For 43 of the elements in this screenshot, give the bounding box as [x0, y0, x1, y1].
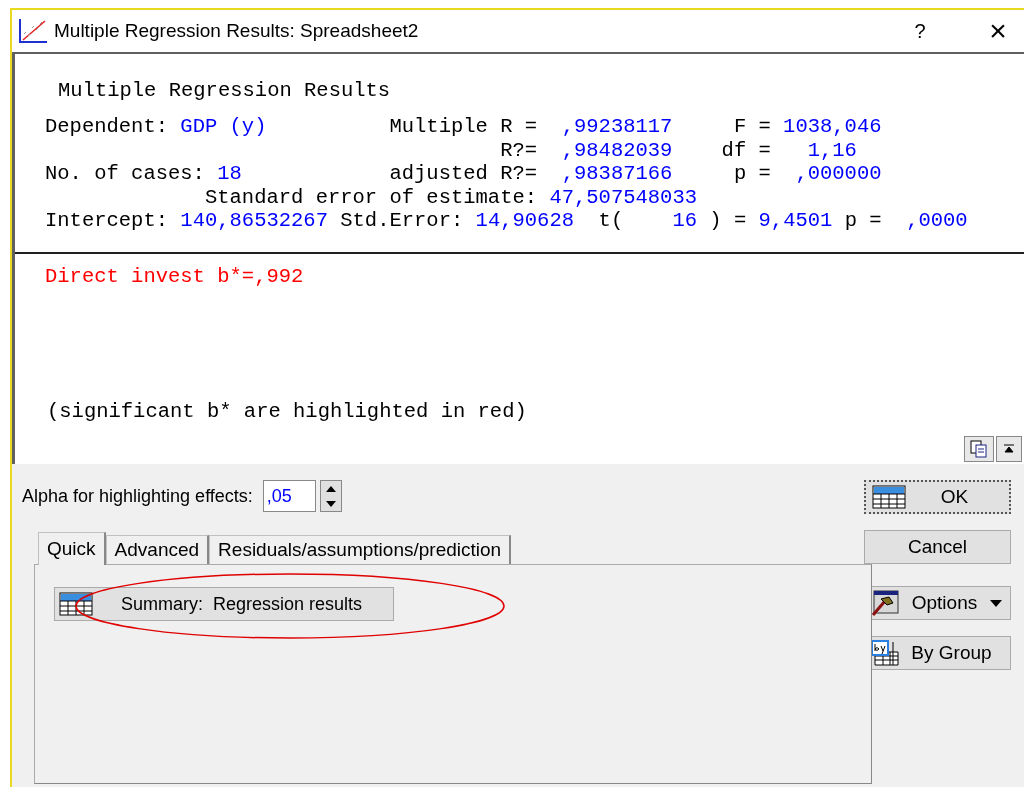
- result-value: GDP (y): [180, 114, 267, 141]
- copy-button[interactable]: [964, 436, 994, 462]
- result-value: ,000000: [795, 161, 882, 188]
- window-title: Multiple Regression Results: Spreadsheet2: [54, 18, 419, 43]
- copy-icon: [970, 440, 988, 458]
- help-button[interactable]: ?: [900, 16, 940, 46]
- tab[interactable]: Advanced: [105, 535, 210, 564]
- result-value: 16: [672, 208, 697, 235]
- collapse-button[interactable]: [996, 436, 1022, 462]
- result-value: 14,90628: [475, 208, 574, 235]
- results-heading: Multiple Regression Results: [58, 78, 392, 104]
- close-button[interactable]: ×: [978, 16, 1018, 46]
- result-label: Intercept:: [45, 208, 169, 235]
- summary-button[interactable]: Summary: Regression results: [54, 587, 394, 621]
- result-value: 140,86532267: [180, 208, 328, 235]
- table-icon: [59, 592, 93, 616]
- note-text: (significant b* are highlighted in red): [47, 399, 527, 426]
- result-value: ,0000: [906, 208, 968, 235]
- result-label: Dependent:: [45, 114, 169, 141]
- tab[interactable]: Residuals/assumptions/prediction: [209, 535, 512, 564]
- effect-line: Direct invest b*=,992: [45, 264, 304, 290]
- result-label: Std.Error:: [340, 208, 464, 235]
- tab[interactable]: Quick: [38, 532, 106, 565]
- alpha-label: Alpha for highlighting effects:: [22, 484, 253, 508]
- down-arrow-icon: [325, 500, 336, 507]
- up-arrow-icon: [1004, 443, 1014, 455]
- result-label: No. of cases:: [45, 161, 205, 188]
- result-value: 9,4501: [758, 208, 833, 235]
- result-label: p =: [733, 161, 771, 188]
- group-table-icon: [871, 640, 899, 666]
- table-icon: [872, 485, 906, 509]
- up-arrow-icon: [325, 485, 336, 492]
- result-label: ): [709, 208, 722, 235]
- chart-icon: [18, 18, 48, 44]
- result-label: p =: [844, 208, 882, 235]
- hammer-icon: [871, 590, 899, 616]
- result-label: t(: [598, 208, 624, 235]
- ok-button[interactable]: OK: [864, 480, 1011, 514]
- cancel-button[interactable]: Cancel: [864, 530, 1011, 564]
- alpha-spinner[interactable]: [319, 480, 342, 512]
- caret-icon: [990, 599, 1002, 607]
- alpha-input[interactable]: ,05: [262, 480, 316, 512]
- result-label: =: [733, 208, 747, 235]
